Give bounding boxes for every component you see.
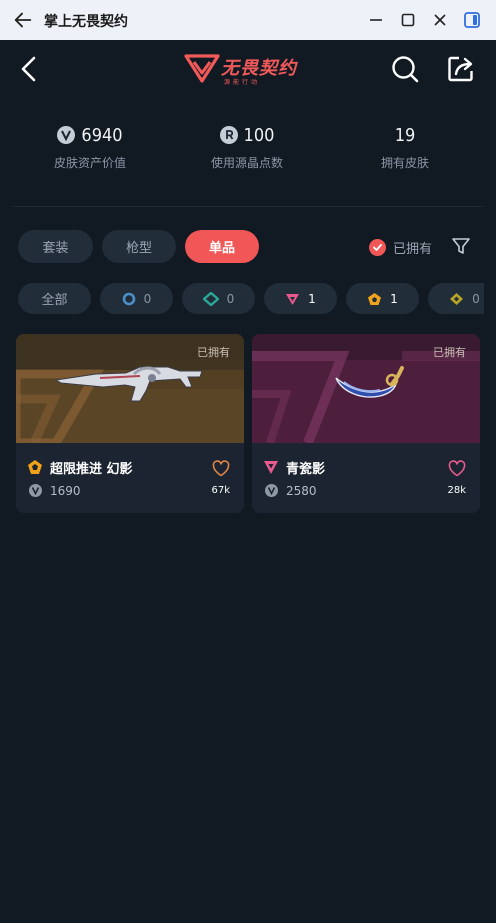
brand-logo: 无畏契约 源能行动 [184,53,312,87]
window-titlebar: 掌上无畏契约 [0,0,496,40]
chip-count: 1 [308,291,316,306]
chip-premium-tier[interactable]: 1 [264,283,337,314]
skin-name: 超限推进 幻影 [50,462,133,477]
chip-all[interactable]: 全部 [18,283,91,314]
valorant-logo-icon [184,54,220,83]
check-icon [369,238,386,256]
maximize-icon[interactable] [398,10,418,30]
chip-ultra-tier[interactable]: 0 [428,283,484,314]
chevron-left-icon[interactable] [14,54,44,84]
minimize-icon[interactable] [366,10,386,30]
valorant-points-icon [57,126,76,144]
chip-select-tier[interactable]: 0 [100,283,173,314]
stat-radianite: 100 使用源晶点数 [167,120,327,171]
tab-weapon-type[interactable]: 枪型 [102,230,176,263]
asset-stats: 6940 皮肤资产价值 100 使用源晶点数 19 拥有皮肤 [0,120,496,180]
premium-tier-icon [286,293,300,305]
exclusive-tier-icon [28,460,42,474]
select-tier-icon [122,292,135,305]
stat-label: 使用源晶点数 [210,156,283,170]
stat-label: 拥有皮肤 [380,156,429,170]
chip-exclusive-tier[interactable]: 1 [346,283,419,314]
skin-card[interactable]: 已拥有 青瓷影 2580 28k [252,334,480,513]
chip-count: 0 [226,291,235,306]
radianite-points-icon [219,126,238,144]
sidebar-icon[interactable] [462,10,482,30]
heart-icon[interactable] [212,460,230,477]
filter-icon[interactable] [450,235,472,257]
stat-asset-value: 6940 皮肤资产价值 [10,120,170,171]
owned-label: 已拥有 [197,346,230,359]
window-title: 掌上无畏契约 [44,14,128,30]
chip-count: 0 [143,291,152,306]
app-header: 无畏契约 源能行动 [0,40,496,98]
stat-value: 6940 [81,124,123,146]
deluxe-tier-icon [202,291,219,306]
skin-price: 1690 [50,484,81,498]
stat-value: 19 [394,124,416,146]
owned-filter-toggle[interactable]: 已拥有 [369,237,432,257]
skin-card[interactable]: 已拥有 超限推进 幻影 1690 67k [16,334,244,513]
skin-name: 青瓷影 [286,462,326,477]
search-icon[interactable] [390,54,420,84]
ultra-tier-icon [450,292,464,305]
divider [12,206,484,207]
valorant-points-icon [29,484,42,497]
chip-count: 1 [390,291,398,306]
stat-owned-skins: 19 拥有皮肤 [325,120,485,171]
premium-tier-icon [264,461,278,474]
chip-deluxe-tier[interactable]: 0 [182,283,255,314]
exclusive-tier-icon [368,292,382,305]
close-icon[interactable] [430,10,450,30]
likes-count: 67k [211,485,230,496]
owned-filter-label: 已拥有 [393,241,433,257]
share-icon[interactable] [446,54,476,84]
chip-count: 0 [472,291,480,306]
owned-label: 已拥有 [433,346,466,359]
heart-icon[interactable] [448,460,466,477]
stat-label: 皮肤资产价值 [53,156,126,170]
valorant-points-icon [265,484,278,497]
skin-price: 2580 [286,484,317,498]
tab-bundles[interactable]: 套装 [18,230,93,263]
tier-filter-chips: 全部 0 0 1 1 0 [18,283,484,315]
likes-count: 28k [447,485,466,496]
tab-single-items[interactable]: 单品 [185,230,259,263]
stat-value: 100 [243,124,275,146]
arrow-left-icon[interactable] [12,9,34,31]
brand-subtitle: 源能行动 [224,79,261,86]
